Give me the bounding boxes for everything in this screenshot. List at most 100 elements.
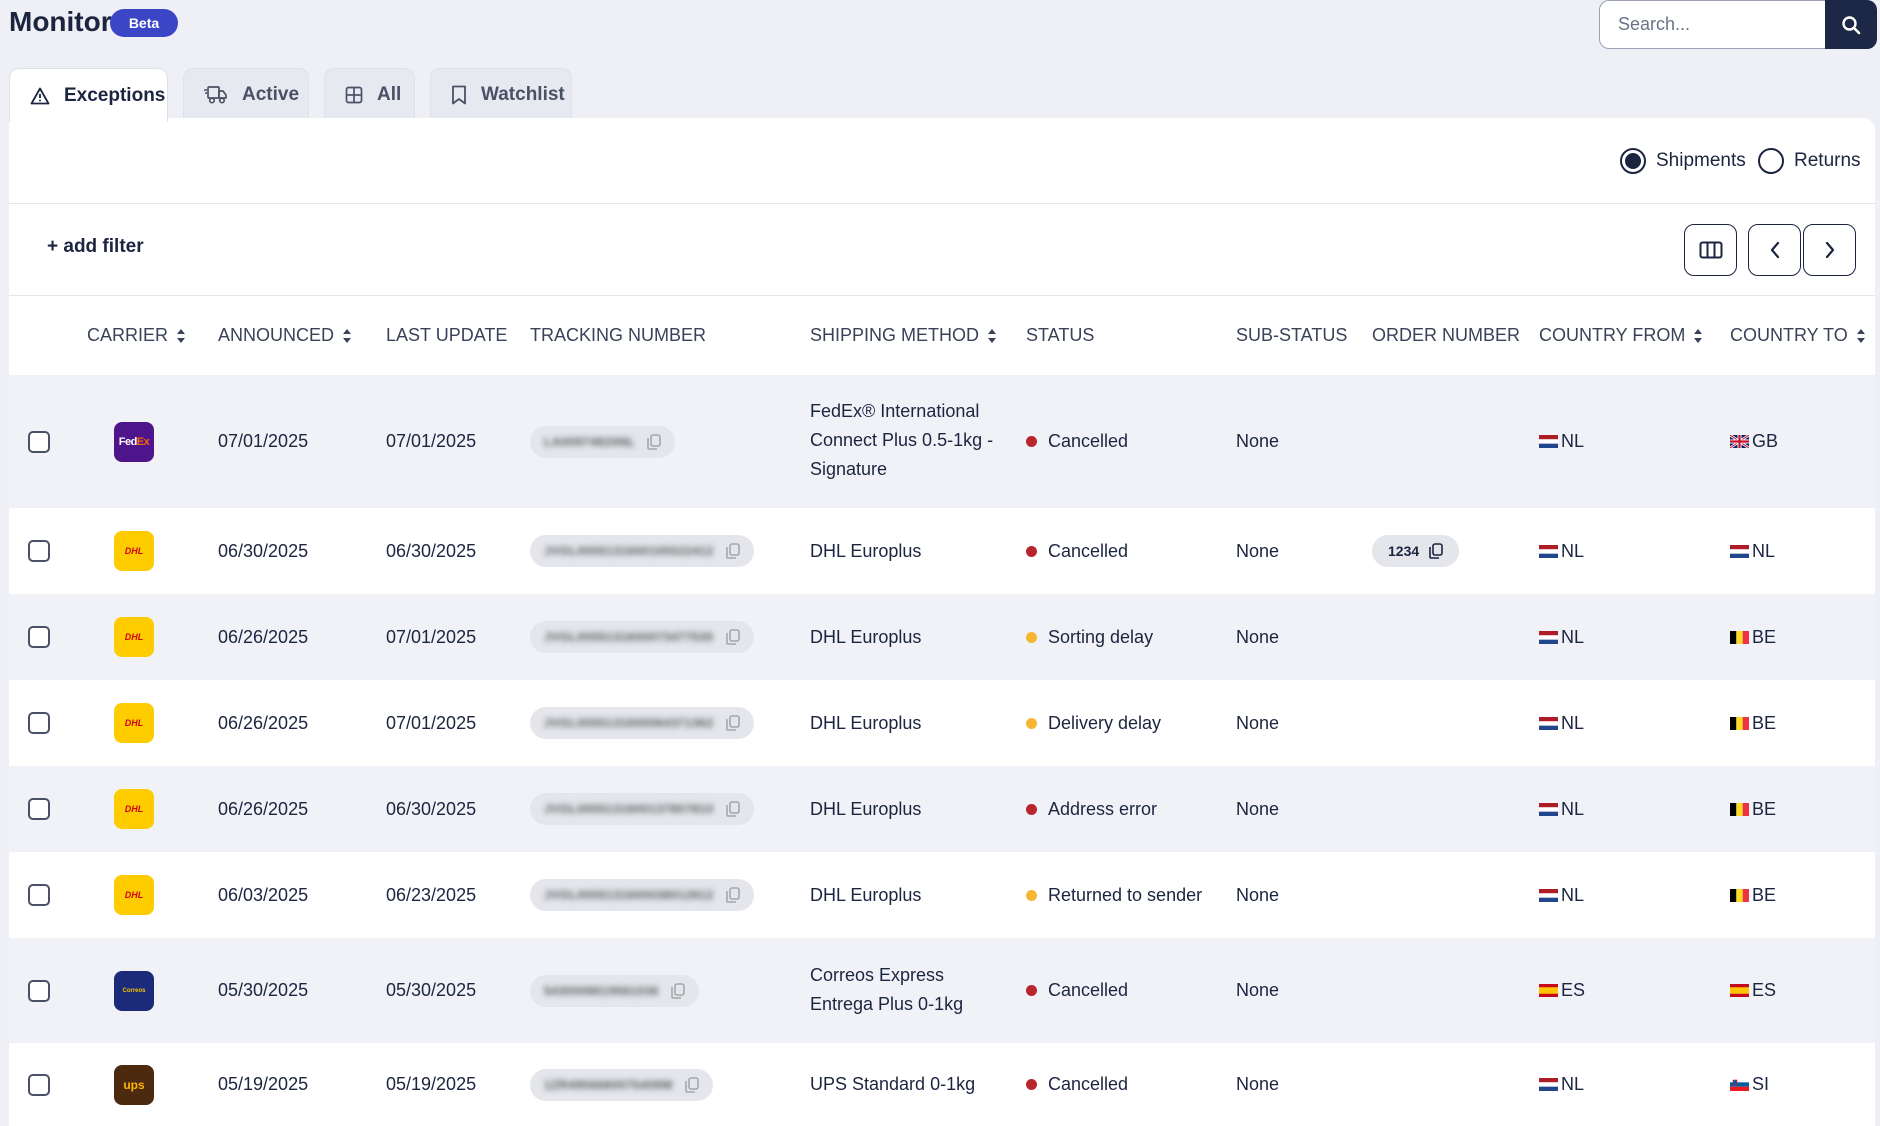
shipping-method: FedEx® International Connect Plus 0.5-1k… [810,375,993,508]
row-checkbox[interactable] [28,626,50,648]
next-page-button[interactable] [1803,224,1856,276]
copy-icon [725,629,740,645]
country-code: BE [1752,884,1777,905]
tracking-number-pill[interactable]: JVGL0055131600137807810 [530,793,754,825]
order-number-pill[interactable]: 1234 [1372,535,1460,567]
order-number: 1234 [1388,543,1420,559]
add-filter-button[interactable]: + add filter [47,236,144,258]
last-update-date: 07/01/2025 [386,712,477,733]
warning-triangle-icon [30,87,50,104]
row-checkbox-cell [28,680,50,766]
tab-active[interactable]: Active [183,68,309,120]
shipping-method-line: FedEx® International [810,401,980,421]
table-row[interactable]: DHL 06/26/2025 07/01/2025 JVGL0055131600… [9,680,1875,766]
tab-all[interactable]: All [324,68,415,120]
row-checkbox[interactable] [28,540,50,562]
radio-shipments[interactable]: Shipments [1620,148,1746,174]
country-to-cell: BE [1730,680,1776,766]
shipping-method: DHL Europlus [810,540,922,561]
tracking-number-pill[interactable]: LA00974820NL [530,425,676,458]
column-header-status: STATUS [1026,296,1094,375]
table-row[interactable]: DHL 06/26/2025 07/01/2025 JVGL0055131600… [9,594,1875,680]
row-checkbox[interactable] [28,712,50,734]
country-code: NL [1561,798,1585,819]
country-code: BE [1752,626,1777,647]
flag-nl-icon [1539,435,1558,448]
row-checkbox[interactable] [28,979,50,1002]
flag-nl-icon [1539,544,1558,558]
row-checkbox-cell [28,508,50,594]
country-code: GB [1752,431,1779,451]
chevron-right-icon [1825,241,1834,259]
tracking-cell: 1ZR4956680075409W [530,1043,714,1126]
tab-exceptions[interactable]: Exceptions [9,68,168,122]
status-dot-icon [1026,889,1037,901]
row-checkbox[interactable] [28,1073,50,1096]
sub-status: None [1236,798,1280,819]
table-row[interactable]: ups 05/19/2025 05/19/2025 1ZR49566800754… [9,1043,1875,1126]
carrier-cell: DHL [114,766,154,852]
announced-date: 05/19/2025 [218,1074,309,1094]
tracking-number-pill[interactable]: JVGL0055131600038012812 [530,879,754,911]
status-dot-icon [1026,436,1037,447]
country-code: NL [1752,540,1776,561]
row-checkbox-cell [28,852,50,938]
shipping-method-line: Connect Plus 0.5-1kg - [810,430,994,450]
flag-gb-icon [1730,435,1749,448]
table-row[interactable]: DHL 06/30/2025 06/30/2025 JVGL0055131600… [9,508,1875,594]
flag-nl-icon [1539,888,1558,902]
column-header-shipping-method[interactable]: SHIPPING METHOD [810,296,997,375]
status-cell: Cancelled [1026,375,1128,508]
column-label: ORDER NUMBER [1372,325,1521,345]
carrier-cell: ups [114,1043,154,1126]
search-icon [1842,15,1861,34]
order-number-cell: 1234 [1372,508,1460,594]
table-row[interactable]: Correos 05/30/2025 05/30/2025 5430008619… [9,938,1875,1043]
carrier-cell: DHL [114,680,154,766]
status-label: Cancelled [1048,980,1129,1000]
column-header-country-from[interactable]: COUNTRY FROM [1539,296,1703,375]
column-header-country-to[interactable]: COUNTRY TO [1730,296,1866,375]
table-row[interactable]: DHL 06/26/2025 06/30/2025 JVGL0055131600… [9,766,1875,852]
tab-label: Exceptions [64,84,166,106]
row-checkbox[interactable] [28,430,50,453]
country-code: NL [1561,1074,1585,1094]
copy-icon [725,887,740,903]
radio-returns[interactable]: Returns [1758,148,1861,174]
tracking-number-pill[interactable]: JVGL0055131600064371362 [530,707,754,739]
row-checkbox[interactable] [28,798,50,820]
table-header: CARRIER ANNOUNCED LAST UPDATE TRACKING N… [9,296,1875,375]
table-row[interactable]: Fed Ex 07/01/2025 07/01/2025 LA00974820NL… [9,375,1875,508]
tracking-cell: 5430008619581036 [530,938,699,1043]
radio-unselected-icon [1758,148,1784,174]
country-to-cell: GB [1730,375,1778,508]
column-header-announced[interactable]: ANNOUNCED [218,296,352,375]
column-header-carrier[interactable]: CARRIER [87,296,186,375]
country-to-cell: SI [1730,1043,1769,1126]
flag-nl-icon [1539,716,1558,730]
tracking-number: 1ZR4956680075409W [544,1077,674,1092]
tracking-number-pill[interactable]: 5430008619581036 [530,974,699,1007]
tracking-number-pill[interactable]: JVGL0055131600073477530 [530,621,754,653]
search-button[interactable] [1825,0,1877,49]
column-header-sub-status: SUB-STATUS [1236,296,1347,375]
table-row[interactable]: DHL 06/03/2025 06/23/2025 JVGL0055131600… [9,852,1875,938]
announced-date: 06/26/2025 [218,798,309,819]
tab-watchlist[interactable]: Watchlist [430,68,572,120]
search-bar [1599,0,1877,49]
tracking-cell: JVGL0055131600137807810 [530,766,754,852]
columns-button[interactable] [1684,224,1737,276]
previous-page-button[interactable] [1748,224,1801,276]
beta-badge: Beta [110,9,178,37]
dhl-logo-icon: DHL [114,703,154,743]
search-input[interactable] [1599,0,1825,49]
row-checkbox[interactable] [28,884,50,906]
status-label: Sorting delay [1048,626,1154,647]
dhl-logo-icon: DHL [114,531,154,571]
carrier-cell: Correos [114,938,154,1043]
tracking-number: JVGL0055131600064371362 [544,716,714,730]
tracking-number-pill[interactable]: 1ZR4956680075409W [530,1068,714,1101]
tracking-number-pill[interactable]: JVGL0055131600105522412 [530,535,754,567]
sub-status: None [1236,626,1280,647]
status-cell: Cancelled [1026,1043,1128,1126]
